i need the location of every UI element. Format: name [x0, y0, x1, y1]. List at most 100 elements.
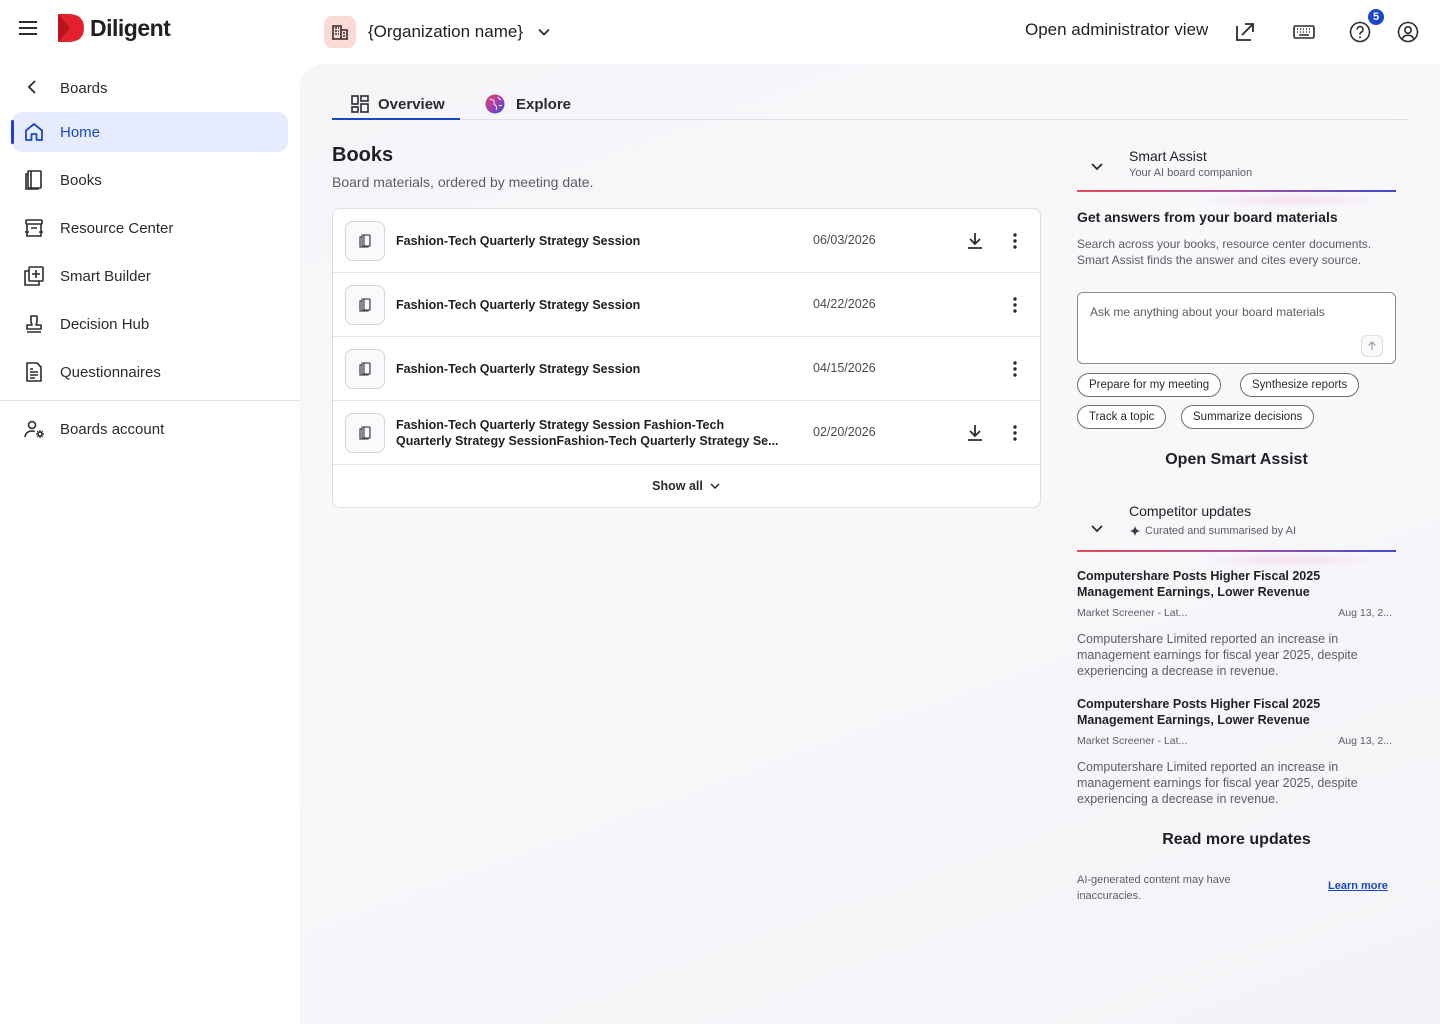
more-options-icon[interactable]	[1003, 421, 1027, 445]
sidebar-item-label: Smart Builder	[60, 267, 151, 285]
sidebar-item-label: Home	[60, 123, 101, 141]
books-subtitle: Board materials, ordered by meeting date…	[332, 174, 594, 190]
smart-assist-heading: Get answers from your board materials	[1077, 209, 1338, 225]
external-link-icon[interactable]	[1233, 20, 1257, 44]
sidebar-item-boards-account[interactable]: Boards account	[12, 409, 288, 449]
download-icon[interactable]	[963, 421, 987, 445]
sidebar-item-label: Decision Hub	[60, 315, 150, 333]
more-options-icon[interactable]	[1003, 229, 1027, 253]
globe-icon	[485, 94, 505, 114]
read-more-updates-button[interactable]: Read more updates	[1077, 831, 1396, 849]
sidebar-divider	[0, 400, 300, 401]
competitor-updates-title: Competitor updates	[1129, 503, 1252, 519]
book-name: Fashion-Tech Quarterly Strategy Session	[396, 234, 641, 248]
book-row[interactable]: Fashion-Tech Quarterly Strategy Session …	[333, 273, 1040, 337]
book-name-line-1: Fashion-Tech Quarterly Strategy Session …	[396, 418, 725, 432]
show-all-button[interactable]: Show all	[333, 465, 1040, 507]
news-date: Aug 13, 2...	[1338, 735, 1392, 747]
competitor-updates-subtitle: Curated and summarised by AI	[1145, 525, 1297, 537]
news-meta: Market Screener - Lat... Aug 13, 2...	[1077, 607, 1396, 621]
sidebar-item-resource-center[interactable]: Resource Center	[12, 208, 288, 248]
sidebar: Boards Home Books Resource Center Smart …	[0, 64, 300, 1024]
tab-label: Explore	[516, 95, 572, 113]
download-icon[interactable]	[963, 229, 987, 253]
competitor-updates-header: Competitor updates Curated and summarise…	[1077, 498, 1396, 546]
document-icon	[22, 360, 46, 384]
smart-assist-placeholder: Ask me anything about your board materia…	[1090, 305, 1325, 319]
org-name: {Organization name}	[368, 22, 523, 41]
news-title[interactable]: Computershare Posts Higher Fiscal 2025 M…	[1077, 568, 1396, 600]
more-options-icon[interactable]	[1003, 293, 1027, 317]
smart-assist-input[interactable]: Ask me anything about your board materia…	[1077, 292, 1396, 364]
sidebar-item-books[interactable]: Books	[12, 160, 288, 200]
news-title[interactable]: Computershare Posts Higher Fiscal 2025 M…	[1077, 696, 1396, 728]
book-icon	[22, 168, 46, 192]
building-icon	[324, 16, 356, 48]
active-indicator	[11, 120, 14, 144]
chevron-down-icon[interactable]	[1087, 518, 1107, 538]
book-date: 06/03/2026	[813, 233, 876, 247]
back-label: Boards	[60, 79, 108, 97]
top-bar: Diligent {Organization name} Open admini…	[0, 0, 1440, 64]
news-source: Market Screener - Lat...	[1077, 607, 1188, 619]
ai-disclaimer: AI-generated content may have inaccuraci…	[1077, 874, 1231, 902]
tab-bar: Overview Explore	[332, 88, 1408, 120]
sidebar-item-label: Boards account	[60, 420, 165, 438]
chevron-down-icon[interactable]	[1087, 156, 1107, 176]
tab-overview[interactable]: Overview	[350, 88, 445, 120]
book-icon	[345, 349, 385, 389]
tab-label: Overview	[378, 95, 445, 113]
open-admin-view-button[interactable]: Open administrator view	[1025, 20, 1208, 40]
book-icon	[345, 285, 385, 325]
book-row[interactable]: Fashion-Tech Quarterly Strategy Session …	[333, 401, 1040, 465]
book-name-line-2: Quarterly Strategy SessionFashion-Tech Q…	[396, 434, 779, 448]
news-item: Computershare Posts Higher Fiscal 2025 M…	[1077, 696, 1396, 807]
divider-glow	[1197, 552, 1387, 568]
book-name: Fashion-Tech Quarterly Strategy Session	[396, 298, 641, 312]
keyboard-icon[interactable]	[1292, 20, 1316, 44]
news-item: Computershare Posts Higher Fiscal 2025 M…	[1077, 568, 1396, 679]
sidebar-item-questionnaires[interactable]: Questionnaires	[12, 352, 288, 392]
tab-explore[interactable]: Explore	[484, 88, 571, 120]
send-arrow-icon[interactable]	[1361, 335, 1383, 357]
org-switcher[interactable]: {Organization name}	[324, 16, 551, 48]
stamp-icon	[22, 312, 46, 336]
book-row[interactable]: Fashion-Tech Quarterly Strategy Session …	[333, 209, 1040, 273]
dashboard-icon	[351, 95, 369, 113]
book-date: 04/22/2026	[813, 297, 876, 311]
diligent-logo[interactable]: Diligent	[56, 12, 171, 44]
smart-assist-description: Search across your books, resource cente…	[1077, 237, 1372, 267]
sidebar-item-label: Questionnaires	[60, 363, 161, 381]
account-icon[interactable]	[1396, 20, 1420, 44]
notification-badge: 5	[1368, 9, 1384, 25]
chevron-down-icon	[538, 28, 550, 36]
diligent-logo-mark	[58, 14, 84, 42]
chip-summarize-decisions[interactable]: Summarize decisions	[1181, 405, 1315, 429]
open-smart-assist-button[interactable]: Open Smart Assist	[1077, 451, 1396, 469]
learn-more-link[interactable]: Learn more	[1328, 880, 1388, 892]
menu-icon[interactable]	[16, 16, 40, 40]
logo-text: Diligent	[90, 14, 171, 41]
smart-assist-title: Smart Assist	[1129, 148, 1207, 164]
more-options-icon[interactable]	[1003, 357, 1027, 381]
sidebar-item-label: Resource Center	[60, 219, 174, 237]
sidebar-item-smart-builder[interactable]: Smart Builder	[12, 256, 288, 296]
archive-icon	[22, 216, 46, 240]
active-tab-indicator	[332, 118, 460, 120]
show-all-label: Show all	[652, 479, 703, 493]
help-icon[interactable]	[1348, 20, 1372, 44]
back-to-boards[interactable]: Boards	[0, 68, 300, 108]
chip-prepare-meeting[interactable]: Prepare for my meeting	[1077, 373, 1222, 397]
news-source: Market Screener - Lat...	[1077, 735, 1188, 747]
chip-synthesize-reports[interactable]: Synthesize reports	[1240, 373, 1360, 397]
chip-track-topic[interactable]: Track a topic	[1077, 405, 1167, 429]
news-summary: Computershare Limited reported an increa…	[1077, 632, 1358, 678]
book-date: 02/20/2026	[813, 425, 876, 439]
news-summary: Computershare Limited reported an increa…	[1077, 760, 1358, 806]
book-row[interactable]: Fashion-Tech Quarterly Strategy Session …	[333, 337, 1040, 401]
news-date: Aug 13, 2...	[1338, 607, 1392, 619]
sidebar-item-decision-hub[interactable]: Decision Hub	[12, 304, 288, 344]
chevron-left-icon	[27, 80, 36, 94]
sidebar-item-home[interactable]: Home	[11, 112, 288, 152]
divider-glow	[1197, 192, 1387, 208]
